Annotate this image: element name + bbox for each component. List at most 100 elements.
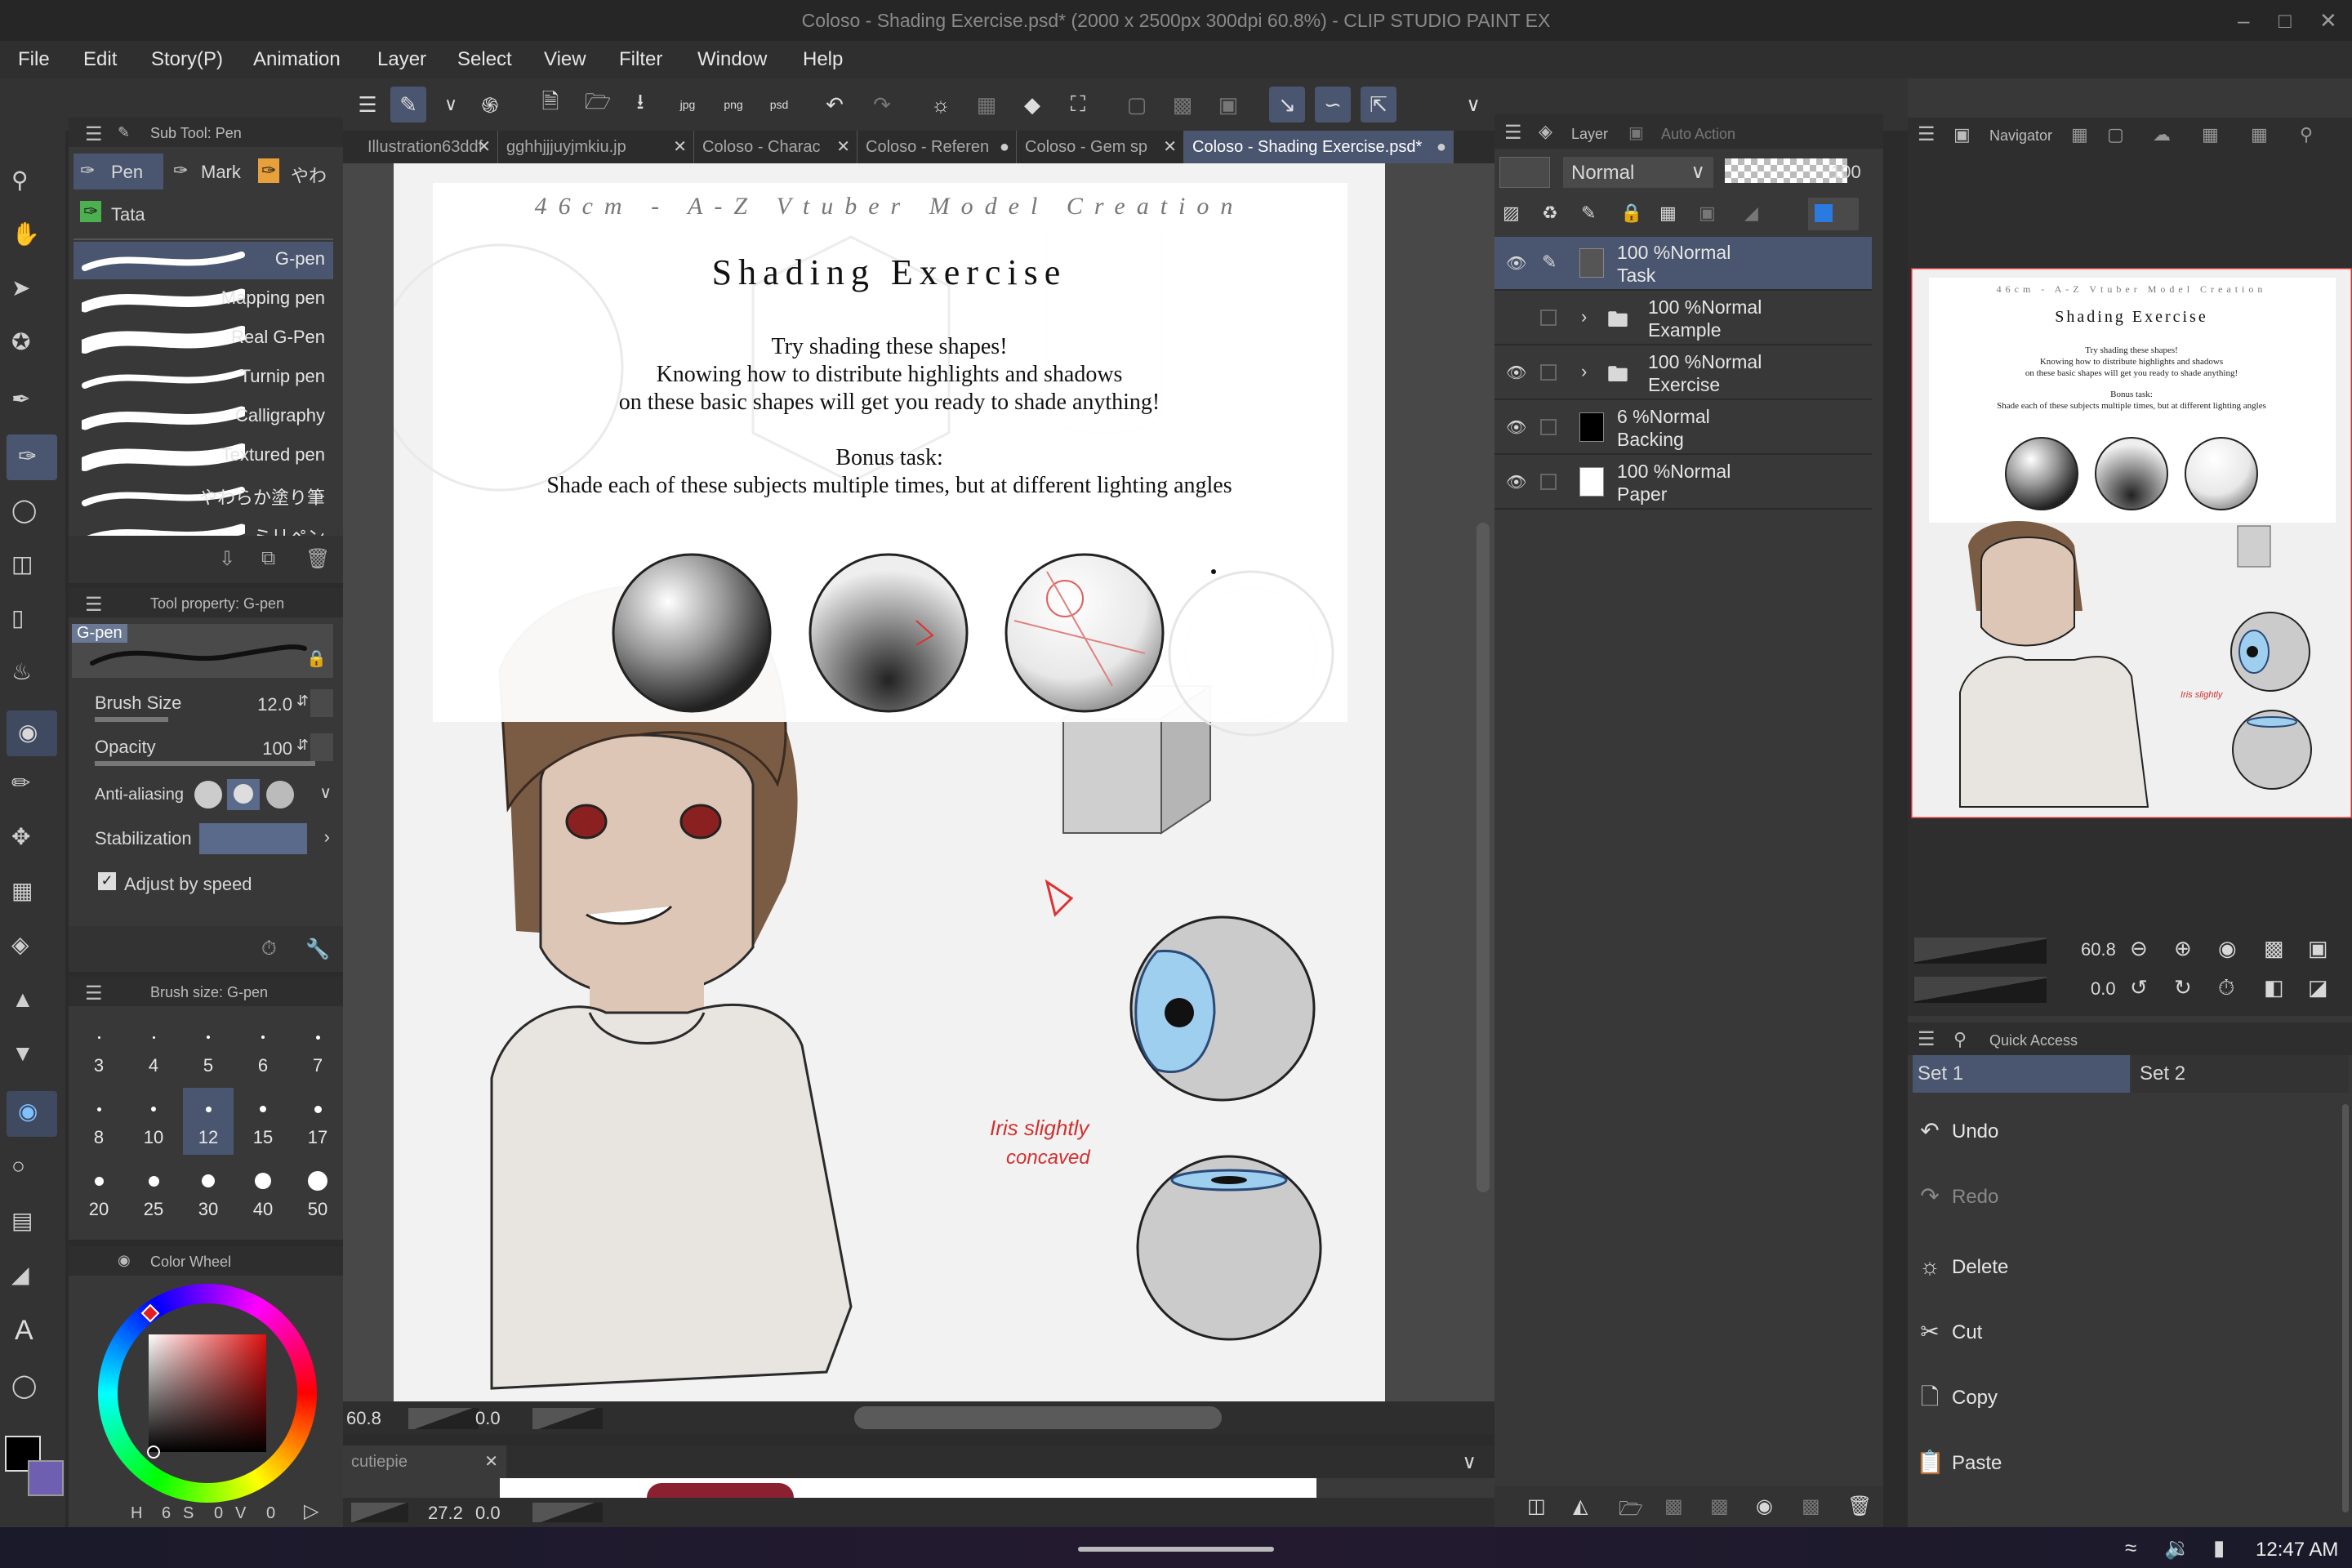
hamburger-icon[interactable]: ☰ xyxy=(350,87,385,122)
brush-size-20[interactable]: 20 xyxy=(74,1160,124,1227)
brush-size-6[interactable]: 6 xyxy=(238,1016,288,1083)
canvas-angle-value[interactable]: 0.0 xyxy=(475,1408,501,1429)
rotate-left-icon[interactable]: ↺ xyxy=(2130,975,2148,1000)
quick-access-set2[interactable]: Set 2 xyxy=(2132,1055,2349,1093)
eraser-icon[interactable]: ▯ xyxy=(11,604,24,631)
clip-layer-icon[interactable]: ▨ xyxy=(1503,203,1520,224)
menu-layer[interactable]: Layer xyxy=(377,41,426,78)
droplet-icon[interactable]: ◈ xyxy=(11,931,29,958)
command-bar-menu-icon[interactable]: ∨ xyxy=(1455,87,1491,122)
zoom-slider[interactable] xyxy=(408,1408,479,1429)
lock-transparency-icon[interactable]: ▦ xyxy=(1659,203,1677,224)
balloon-icon[interactable]: ◯ xyxy=(11,1372,37,1399)
brush-size-25[interactable]: 25 xyxy=(128,1160,179,1227)
lock-layer-icon[interactable]: 🔒 xyxy=(1620,203,1642,224)
adjust-by-speed-row[interactable]: ✓ Adjust by speed xyxy=(72,866,336,902)
brush-size-8[interactable]: 8 xyxy=(74,1088,124,1155)
brush-size-7[interactable]: 7 xyxy=(292,1016,343,1083)
canvas-vertical-scrollbar[interactable] xyxy=(1477,523,1490,1192)
doc-tab[interactable]: Coloso - Charac ✕ xyxy=(694,131,858,163)
layer-row[interactable]: 👁 100 %Normal Paper xyxy=(1494,456,1872,510)
export-png-icon[interactable]: png xyxy=(715,87,751,122)
reference-layer-icon[interactable]: ♻ xyxy=(1542,203,1558,224)
layer-row[interactable]: 👁 6 %Normal Backing xyxy=(1494,401,1872,455)
layer-row[interactable]: › 🖿 100 %Normal Example xyxy=(1494,292,1872,345)
doc-tab[interactable]: Coloso - Referen ● xyxy=(858,131,1017,163)
blend-icon[interactable]: ◉ xyxy=(7,710,57,756)
clear-outside-icon[interactable]: ▦ xyxy=(969,87,1004,122)
layer-opacity-value[interactable]: 100 xyxy=(1831,162,1861,183)
brush-item[interactable]: Real G-Pen xyxy=(74,320,333,358)
color-picker-handle[interactable] xyxy=(147,1446,160,1459)
chevron-down-icon[interactable]: ∨ xyxy=(433,87,469,122)
wifi-icon[interactable]: ≈ xyxy=(2125,1535,2136,1561)
flip-vertical-icon[interactable]: ◪ xyxy=(2308,975,2328,1000)
doc-tab[interactable]: gghhjjjuyjmkiu.jp ✕ xyxy=(498,131,694,163)
menu-help[interactable]: Help xyxy=(803,41,843,78)
mask-enable-icon[interactable]: ▣ xyxy=(1699,203,1716,224)
figure-icon[interactable]: ○ xyxy=(11,1153,25,1179)
fill-icon[interactable]: ◆ xyxy=(1014,87,1050,122)
decoration-icon[interactable]: ◫ xyxy=(11,550,33,577)
delete-subtool-icon[interactable]: 🗑 xyxy=(305,547,330,571)
show-selection-icon[interactable]: ▣ xyxy=(1210,87,1246,122)
brush-size-5[interactable]: 5 xyxy=(183,1016,234,1083)
brush-size-30[interactable]: 30 xyxy=(183,1160,234,1227)
quick-access-undo[interactable]: ↶ Undo xyxy=(1913,1107,2337,1156)
new-file-icon[interactable]: 🗎 xyxy=(532,87,568,122)
eye-icon[interactable]: 👁 xyxy=(1506,472,1526,492)
doc-tab[interactable]: Coloso - Shading Exercise.psd* ● xyxy=(1184,131,1454,163)
snap-special-ruler-icon[interactable]: ∽ xyxy=(1315,87,1351,122)
delete-layer-icon[interactable]: 🗑 xyxy=(1847,1494,1872,1518)
snap-grid-icon[interactable]: ⇱ xyxy=(1361,87,1396,122)
layer-select-checkbox[interactable] xyxy=(1540,364,1557,381)
navigator-zoom-slider[interactable] xyxy=(1914,938,2047,964)
eye-icon[interactable]: 👁 xyxy=(1506,253,1526,274)
brush-size-15[interactable]: 15 xyxy=(238,1088,288,1155)
sub-color-swatch[interactable] xyxy=(28,1460,64,1496)
quick-access-cut[interactable]: ✂ Cut xyxy=(1913,1308,2337,1357)
menu-edit[interactable]: Edit xyxy=(83,41,117,78)
layer-color-icon[interactable] xyxy=(1808,198,1859,230)
opacity-slider[interactable] xyxy=(1725,158,1847,183)
reset-rotate-icon[interactable]: ⏱ xyxy=(2218,975,2234,1001)
quick-access-set1[interactable]: Set 1 xyxy=(1913,1055,2130,1093)
edit-mode-icon[interactable]: ✎ xyxy=(390,87,426,122)
quick-access-delete[interactable]: ☼ Delete xyxy=(1913,1243,2337,1292)
fit-navigator-icon[interactable]: ▩ xyxy=(2264,936,2284,961)
grid-icon[interactable]: ▦ xyxy=(11,877,33,904)
brush-item[interactable]: G-pen xyxy=(74,242,333,279)
brush-size-50[interactable]: 50 xyxy=(292,1160,343,1227)
navigator-zoom-value[interactable]: 60.8 xyxy=(2081,939,2116,960)
ruler-display-icon[interactable]: ◢ xyxy=(1744,203,1758,224)
navigator-angle-slider[interactable] xyxy=(1914,977,2047,1003)
brush-size-3[interactable]: 3 xyxy=(74,1016,124,1083)
taskbar-handle[interactable] xyxy=(1078,1547,1274,1552)
eye-icon[interactable]: 👁 xyxy=(1506,363,1526,383)
lock-icon[interactable]: 🔒 xyxy=(306,648,327,669)
new-raster-layer-icon[interactable]: ◫ xyxy=(1527,1494,1546,1518)
create-mask-icon[interactable]: ◉ xyxy=(1756,1494,1773,1518)
brush-size-17[interactable]: 17 xyxy=(292,1088,343,1155)
chevron-right-icon[interactable]: › xyxy=(1581,361,1587,382)
canvas-horizontal-scrollbar[interactable] xyxy=(854,1406,1222,1429)
battery-icon[interactable]: ▮ xyxy=(2213,1535,2225,1561)
brush-size-12[interactable]: 12 xyxy=(183,1088,234,1155)
transfer-down-icon[interactable]: ▩ xyxy=(1664,1494,1683,1518)
blend-mode-select[interactable]: Normal ∨ xyxy=(1563,157,1713,188)
zoom-in-icon[interactable]: ⊕ xyxy=(2174,936,2192,961)
draft-layer-icon[interactable]: ✎ xyxy=(1581,203,1596,224)
copy-subtool-icon[interactable]: ⇩ xyxy=(219,547,235,571)
actual-pixels-icon[interactable]: ◉ xyxy=(2218,936,2237,961)
quick-access-paste[interactable]: 📋 Paste xyxy=(1913,1439,2337,1488)
move-icon[interactable]: ✥ xyxy=(11,823,30,850)
layer-select-checkbox[interactable] xyxy=(1540,310,1557,326)
reset-icon[interactable]: ⏱ xyxy=(261,938,277,960)
new-folder-icon[interactable]: 🗁 xyxy=(1619,1494,1643,1528)
anti-aliasing-row[interactable]: Anti-aliasing ∨ xyxy=(72,774,336,813)
volume-icon[interactable]: 🔉 xyxy=(2164,1535,2190,1561)
combine-down-icon[interactable]: ▩ xyxy=(1710,1494,1729,1518)
new-vector-layer-icon[interactable]: ◭ xyxy=(1573,1494,1588,1518)
layer-color-button[interactable] xyxy=(1499,157,1550,188)
layer-select-checkbox[interactable] xyxy=(1540,474,1557,490)
